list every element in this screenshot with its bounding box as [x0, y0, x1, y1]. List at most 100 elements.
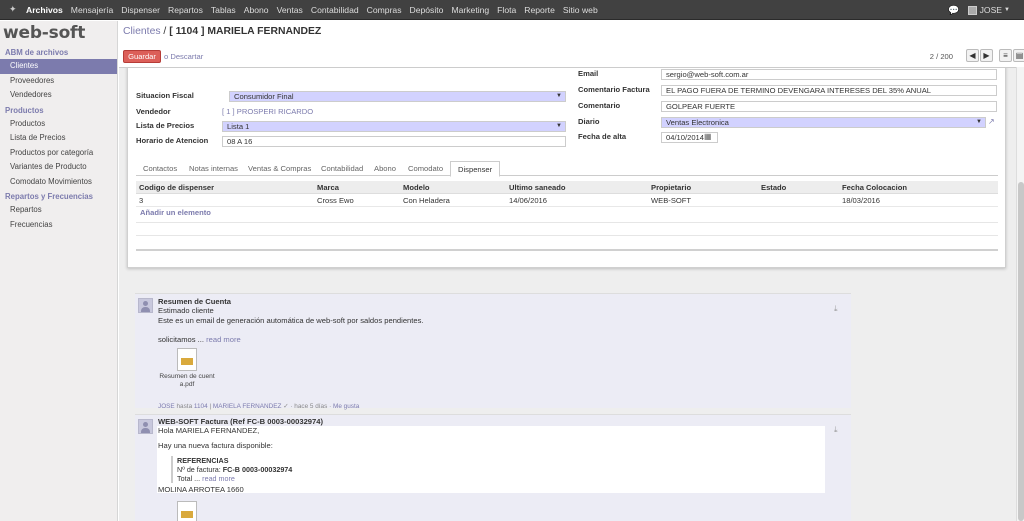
col-ultimo-saneado[interactable]: Ultimo saneado — [509, 181, 566, 194]
attachment[interactable]: Resumen de cuent a.pdf — [157, 348, 217, 389]
col-fecha-colocacion[interactable]: Fecha Colocacion — [842, 181, 907, 194]
download-icon[interactable]: ⤓ — [834, 304, 844, 313]
tab-notas-internas[interactable]: Notas internas — [182, 161, 245, 176]
breadcrumb-parent[interactable]: Clientes — [123, 26, 161, 37]
chat-icon[interactable]: 💬 — [948, 5, 959, 16]
nav-flota[interactable]: Flota — [493, 5, 520, 15]
horario-label: Horario de Atencion — [136, 136, 209, 145]
horario-input[interactable]: 08 A 16 — [222, 136, 566, 147]
sidebar-item-vendedores[interactable]: Vendedores — [0, 88, 117, 103]
table-row-empty — [136, 235, 998, 236]
user-avatar[interactable] — [967, 5, 977, 15]
attachment[interactable] — [172, 501, 202, 521]
references-title: REFERENCIAS — [177, 456, 229, 465]
nav-abono[interactable]: Abono — [240, 5, 273, 15]
col-marca[interactable]: Marca — [317, 181, 339, 194]
nav-compras[interactable]: Compras — [363, 5, 406, 15]
col-modelo[interactable]: Modelo — [403, 181, 430, 194]
sidebar-item-productos-categoria[interactable]: Productos por categoría — [0, 146, 117, 161]
cell-ultimo-saneado: 14/06/2016 — [509, 196, 548, 205]
list-view-button[interactable]: ≡ — [999, 49, 1012, 62]
tab-contabilidad[interactable]: Contabilidad — [314, 161, 370, 176]
col-propietario[interactable]: Propietario — [651, 181, 691, 194]
sidebar-item-productos[interactable]: Productos — [0, 117, 117, 132]
lista-precios-select[interactable]: Lista 1 ▼ — [222, 121, 566, 132]
save-button[interactable]: Guardar — [123, 50, 161, 63]
sidebar-item-lista-precios[interactable]: Lista de Precios — [0, 131, 117, 146]
col-codigo[interactable]: Codigo de dispenser — [139, 181, 214, 194]
add-item-link[interactable]: Añadir un elemento — [140, 208, 211, 217]
situacion-fiscal-select[interactable]: Consumidor Final ▼ — [229, 91, 566, 102]
sidebar-item-clientes[interactable]: Clientes — [0, 59, 117, 74]
arrow-left-icon: ◀ — [969, 51, 976, 60]
caret-down-icon: ▼ — [976, 119, 982, 125]
col-estado[interactable]: Estado — [761, 181, 786, 194]
nav-mensajeria[interactable]: Mensajería — [67, 5, 118, 15]
logo: web-soft — [3, 23, 86, 43]
tab-dispenser[interactable]: Dispenser — [450, 161, 501, 177]
like-link[interactable]: Me gusta — [333, 403, 359, 410]
cell-propietario: WEB-SOFT — [651, 196, 692, 205]
nav-marketing[interactable]: Marketing — [447, 5, 493, 15]
nav-repartos[interactable]: Repartos — [164, 5, 207, 15]
pager-next-button[interactable]: ▶ — [980, 49, 993, 62]
read-more-link[interactable]: read more — [206, 335, 241, 344]
tab-ventas-compras[interactable]: Ventas & Compras — [241, 161, 318, 176]
nav-deposito[interactable]: Depósito — [406, 5, 448, 15]
sidebar-item-frecuencias[interactable]: Frecuencias — [0, 218, 117, 233]
avatar — [138, 298, 153, 313]
cell-fecha-colocacion: 18/03/2016 — [842, 196, 881, 205]
diario-value: Ventas Electronica — [666, 118, 729, 127]
scrollbar[interactable] — [1016, 67, 1024, 521]
form-icon: ▤ — [1015, 51, 1024, 60]
nav-dispenser[interactable]: Dispenser — [117, 5, 164, 15]
fecha-alta-label: Fecha de alta — [578, 132, 627, 141]
cell-marca: Cross Ewo — [317, 196, 354, 205]
pager-previous-button[interactable]: ◀ — [966, 49, 979, 62]
notebook-tabs: Contactos Notas internas Ventas & Compra… — [136, 159, 998, 177]
form-view-button[interactable]: ▤ — [1013, 49, 1024, 62]
invoice-number-line: Nº de factura: FC-B 0003-00032974 — [177, 465, 292, 474]
page-title: [ 1104 ] MARIELA FERNANDEZ — [169, 26, 322, 37]
user-name[interactable]: JOSE — [980, 5, 1002, 15]
diario-select[interactable]: Ventas Electronica ▼ — [661, 117, 986, 128]
sidebar-item-variantes[interactable]: Variantes de Producto — [0, 160, 117, 175]
discard-link[interactable]: o Descartar — [164, 52, 203, 61]
partner-link[interactable]: MARIELA FERNANDEZ — [213, 403, 282, 410]
calendar-icon[interactable]: ▦ — [704, 132, 712, 141]
total-snippet: Total ... — [177, 474, 201, 483]
comentario-input[interactable]: GOLPEAR FUERTE — [661, 101, 997, 112]
nav-reporte[interactable]: Reporte — [520, 5, 559, 15]
email-input[interactable]: sergio@web-soft.com.ar — [661, 69, 997, 80]
sidebar-item-comodato[interactable]: Comodato Movimientos — [0, 175, 117, 190]
caret-down-icon[interactable]: ▼ — [1004, 7, 1010, 13]
apps-menu-icon[interactable]: ✦ — [9, 5, 18, 14]
nav-ventas[interactable]: Ventas — [273, 5, 307, 15]
read-more-link[interactable]: read more — [202, 474, 235, 483]
scrollbar-thumb[interactable] — [1018, 182, 1024, 521]
download-icon[interactable]: ⤓ — [834, 425, 844, 434]
comentario-factura-input[interactable]: EL PAGO FUERA DE TERMINO DEVENGARA INTER… — [661, 85, 997, 96]
table-row-empty — [136, 222, 998, 223]
caret-down-icon: ▼ — [556, 93, 562, 99]
sidebar-section-abm: ABM de archivos — [5, 48, 69, 57]
chatter-message: Resumen de Cuenta Estimado cliente Este … — [135, 293, 851, 410]
attachment-name: Resumen de cuent — [159, 373, 215, 380]
tab-abono[interactable]: Abono — [367, 161, 403, 176]
nav-sitio-web[interactable]: Sitio web — [559, 5, 602, 15]
nav-archivos[interactable]: Archivos — [22, 5, 67, 15]
pager-counter[interactable]: 2 / 200 — [930, 52, 953, 61]
total-line: Total ... read more — [177, 474, 292, 483]
tab-comodato[interactable]: Comodato — [401, 161, 450, 176]
nav-contabilidad[interactable]: Contabilidad — [307, 5, 363, 15]
sidebar-item-proveedores[interactable]: Proveedores — [0, 74, 117, 89]
author-link[interactable]: JOSE — [158, 403, 175, 410]
record-link[interactable]: 1104 — [194, 403, 208, 410]
tab-contactos[interactable]: Contactos — [136, 161, 184, 176]
sidebar-item-repartos[interactable]: Repartos — [0, 203, 117, 218]
table-row[interactable]: 3 Cross Ewo Con Heladera 14/06/2016 WEB-… — [136, 194, 998, 207]
external-link-icon[interactable]: ↗ — [988, 117, 995, 126]
situacion-fiscal-label: Situacion Fiscal — [136, 91, 194, 100]
nav-tablas[interactable]: Tablas — [207, 5, 240, 15]
vendedor-link[interactable]: [ 1 ] PROSPERI RICARDO — [222, 107, 313, 116]
